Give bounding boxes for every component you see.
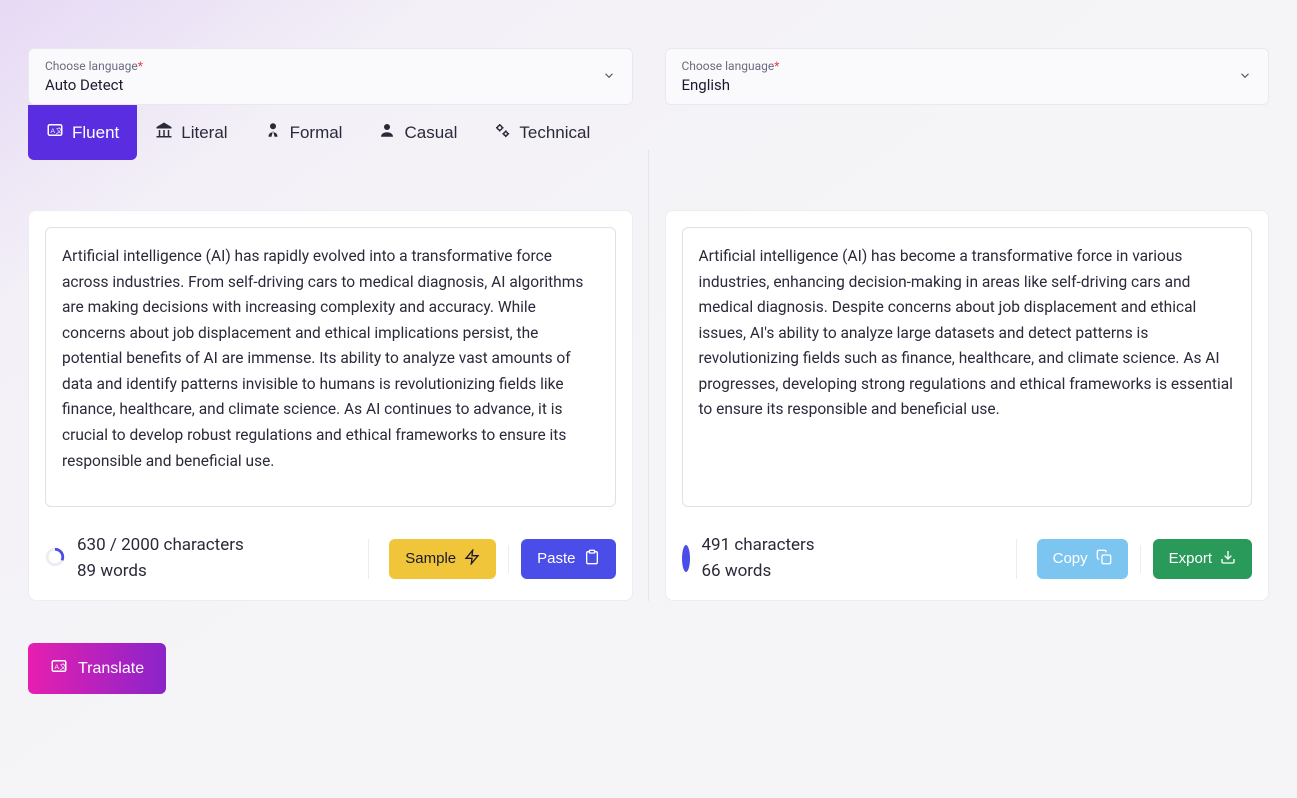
copy-icon <box>1096 549 1112 569</box>
translation-panels: Artificial intelligence (AI) has rapidly… <box>28 210 1269 601</box>
source-language-value: Auto Detect <box>45 76 123 94</box>
button-label: Export <box>1169 550 1212 567</box>
source-actions: Sample Paste <box>368 539 615 579</box>
translate-row: A文 Translate <box>28 643 1269 694</box>
tab-technical[interactable]: Technical <box>475 105 608 160</box>
target-language-select[interactable]: Choose language* English <box>665 48 1270 105</box>
target-language-value: English <box>682 76 731 94</box>
user-icon <box>378 121 396 144</box>
tab-fluent[interactable]: A文 Fluent <box>28 105 137 160</box>
target-language-label: Choose language* <box>682 59 1253 73</box>
translate-icon: A文 <box>50 657 68 680</box>
copy-button[interactable]: Copy <box>1037 539 1128 579</box>
language-row: Choose language* Auto Detect Choose lang… <box>28 0 1269 105</box>
source-footer: 630 / 2000 characters 89 words Sample Pa… <box>45 527 616 584</box>
translate-icon: A文 <box>46 121 64 144</box>
paste-button[interactable]: Paste <box>521 539 615 579</box>
source-panel: Artificial intelligence (AI) has rapidly… <box>28 210 633 601</box>
export-button[interactable]: Export <box>1153 539 1252 579</box>
svg-text:文: 文 <box>56 126 63 135</box>
source-language-label: Choose language* <box>45 59 616 73</box>
button-label: Copy <box>1053 550 1088 567</box>
lightning-icon <box>464 549 480 569</box>
target-output: Artificial intelligence (AI) has become … <box>682 227 1253 507</box>
source-char-count: 630 / 2000 characters <box>77 533 244 559</box>
source-textarea[interactable]: Artificial intelligence (AI) has rapidly… <box>45 227 616 507</box>
button-label: Sample <box>405 550 456 567</box>
tab-label: Formal <box>290 123 343 143</box>
svg-text:A: A <box>51 128 56 135</box>
tab-label: Technical <box>519 123 590 143</box>
tab-label: Fluent <box>72 123 119 143</box>
button-label: Paste <box>537 550 575 567</box>
progress-ring-icon <box>45 547 65 571</box>
source-stats: 630 / 2000 characters 89 words <box>45 533 244 584</box>
tab-casual[interactable]: Casual <box>360 105 475 160</box>
tab-literal[interactable]: Literal <box>137 105 245 160</box>
source-language-select[interactable]: Choose language* Auto Detect <box>28 48 633 105</box>
institution-icon <box>155 121 173 144</box>
download-icon <box>1220 549 1236 569</box>
target-stats: 491 characters 66 words <box>682 533 815 584</box>
target-footer: 491 characters 66 words Copy Export <box>682 527 1253 584</box>
target-panel: Artificial intelligence (AI) has become … <box>665 210 1270 601</box>
svg-text:A: A <box>55 664 60 671</box>
gears-icon <box>493 121 511 144</box>
svg-text:文: 文 <box>60 662 67 671</box>
sample-button[interactable]: Sample <box>389 539 496 579</box>
chevron-down-icon <box>1238 67 1252 86</box>
tab-label: Literal <box>181 123 227 143</box>
chevron-down-icon <box>602 67 616 86</box>
button-label: Translate <box>78 660 144 678</box>
ring-marker-icon <box>682 549 690 568</box>
style-tabs: A文 Fluent Literal Formal Casual <box>28 105 1269 160</box>
translate-button[interactable]: A文 Translate <box>28 643 166 694</box>
clipboard-icon <box>584 549 600 569</box>
tab-formal[interactable]: Formal <box>246 105 361 160</box>
divider <box>508 545 509 573</box>
divider <box>1140 545 1141 573</box>
source-word-count: 89 words <box>77 559 244 585</box>
target-char-count: 491 characters <box>702 533 815 559</box>
tab-label: Casual <box>404 123 457 143</box>
user-tie-icon <box>264 121 282 144</box>
target-word-count: 66 words <box>702 559 815 585</box>
target-actions: Copy Export <box>1016 539 1252 579</box>
